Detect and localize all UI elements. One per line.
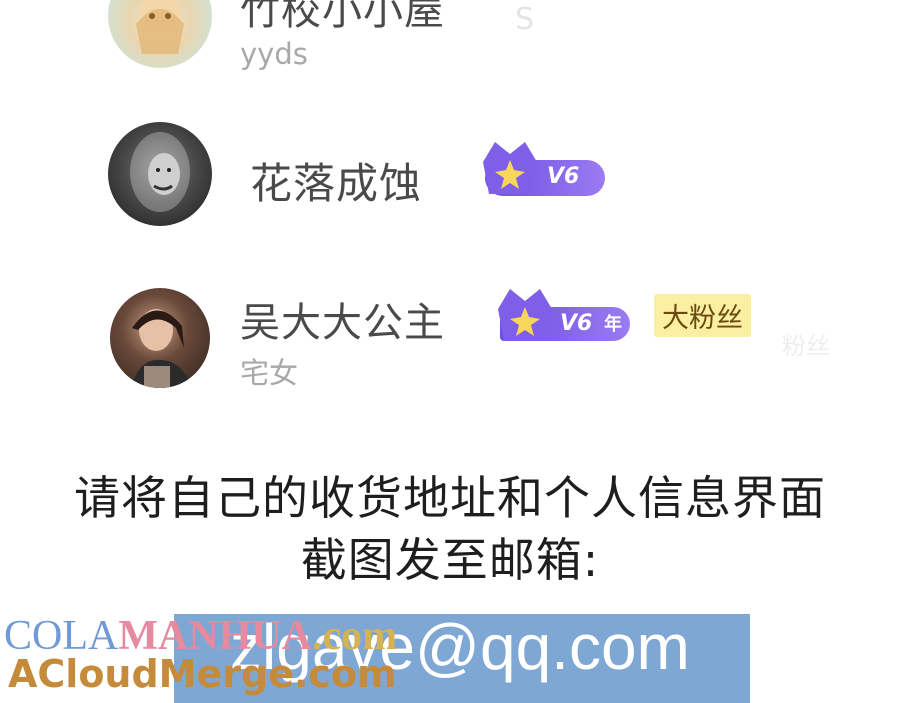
user-1-name[interactable]: 竹校小小屋 [240, 0, 445, 36]
user-3-vip-suffix: 年 [604, 314, 623, 335]
notice-line-1: 请将自己的收货地址和个人信息界面 [74, 471, 826, 525]
user-3-name[interactable]: 吴大大公主 [240, 290, 445, 348]
user-1-faded-mark: S [515, 2, 535, 37]
notice-line-2: 截图发至邮箱: [300, 533, 600, 587]
user-row-3[interactable]: 吴大大公主 宅女 V6 年 大粉丝 粉丝 [0, 282, 900, 392]
bw-portrait-icon [130, 132, 190, 212]
watermark-acloudmerge: ACloudMerge.com [8, 652, 397, 696]
user-1-bio: yyds [240, 37, 308, 71]
user-row-2[interactable]: 花落成蚀 V6 [0, 120, 900, 230]
user-3-avatar[interactable] [110, 288, 210, 388]
user-row-1[interactable]: 竹校小小屋 yyds S [0, 0, 900, 90]
user-3-bio: 宅女 [240, 356, 299, 390]
crown-icon [498, 289, 552, 341]
user-1-avatar[interactable] [108, 0, 212, 68]
anime-girl-icon [136, 0, 184, 54]
user-2-name[interactable]: 花落成蚀 [250, 150, 422, 211]
user-3-faded-fans-text: 粉丝 [782, 332, 830, 360]
photo-portrait-icon [130, 309, 192, 388]
crown-icon [483, 142, 537, 194]
user-2-avatar[interactable] [108, 122, 212, 226]
user-3-fan-badge: 大粉丝 [654, 294, 751, 337]
user-3-vip-badge: V6 年 [498, 289, 630, 341]
user-2-vip-badge: V6 [483, 142, 605, 196]
